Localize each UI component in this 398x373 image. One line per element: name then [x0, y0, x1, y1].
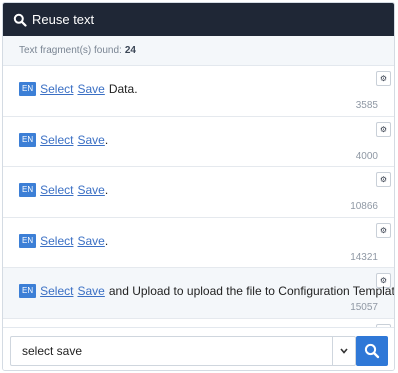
- fragment-id: 10866: [350, 201, 378, 212]
- panel-title: Reuse text: [32, 12, 95, 27]
- chevron-down-icon[interactable]: [332, 336, 354, 366]
- language-badge: EN: [19, 284, 37, 298]
- search-bar: select save: [3, 327, 394, 370]
- fragment-id: 15057: [350, 302, 378, 313]
- search-input[interactable]: select save: [10, 336, 356, 366]
- fragment-text: Data.: [108, 82, 138, 96]
- list-item: ⚙ EN Select Save . 10866: [3, 167, 394, 218]
- gear-icon[interactable]: ⚙: [376, 71, 391, 86]
- save-link[interactable]: Save: [77, 234, 104, 248]
- fragment-list: ⚙ EN Select Save Data. 3585 ⚙ EN Select …: [3, 66, 394, 328]
- language-badge: EN: [19, 183, 37, 197]
- gear-icon[interactable]: ⚙: [376, 121, 391, 137]
- language-badge: EN: [19, 82, 37, 96]
- select-link[interactable]: Select: [40, 183, 73, 197]
- fragments-found: Text fragment(s) found: 24: [3, 36, 394, 66]
- fragment-text: .: [104, 183, 109, 197]
- select-link[interactable]: Select: [40, 133, 73, 147]
- search-input-value: select save: [22, 344, 83, 358]
- save-link[interactable]: Save: [77, 133, 104, 147]
- select-link[interactable]: Select: [40, 82, 73, 96]
- search-icon: [364, 343, 380, 359]
- fragments-found-count: 24: [124, 45, 136, 56]
- fragments-found-label: Text fragment(s) found:: [19, 45, 122, 56]
- fragment-id: 3585: [355, 100, 378, 111]
- gear-icon[interactable]: ⚙: [376, 172, 391, 187]
- fragment-text: and Upload to upload the file to Configu…: [108, 284, 394, 298]
- language-badge: EN: [19, 132, 37, 147]
- gear-icon[interactable]: ⚙: [376, 222, 391, 238]
- save-link[interactable]: Save: [77, 82, 104, 96]
- save-link[interactable]: Save: [77, 284, 104, 298]
- list-item: ⚙ EN Select Save and Upload to upload th…: [3, 268, 394, 319]
- panel-header: Reuse text: [3, 3, 394, 36]
- search-icon: [13, 13, 27, 27]
- list-item: ⚙ EN Select Save . 4000: [3, 116, 394, 167]
- save-link[interactable]: Save: [77, 183, 104, 197]
- search-button[interactable]: [356, 336, 388, 366]
- fragment-text: .: [104, 233, 109, 248]
- select-link[interactable]: Select: [40, 284, 73, 298]
- fragment-id: 4000: [355, 150, 378, 162]
- fragment-id: 14321: [350, 251, 378, 263]
- language-badge: EN: [19, 233, 37, 248]
- select-link[interactable]: Select: [40, 234, 73, 248]
- list-item: ⚙ EN Select Save Data. 3585: [3, 66, 394, 117]
- fragment-text: .: [104, 132, 109, 147]
- list-item: ⚙ EN Select Save . 14321: [3, 217, 394, 268]
- reuse-text-panel: Reuse text Text fragment(s) found: 24 ⚙ …: [2, 2, 395, 371]
